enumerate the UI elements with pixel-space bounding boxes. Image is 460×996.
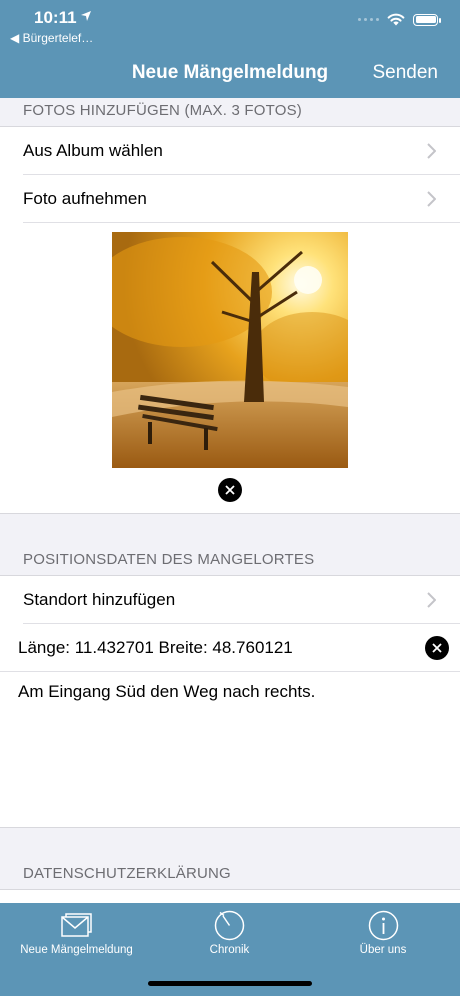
info-icon	[368, 910, 399, 941]
position-group: Standort hinzufügen Länge: 11.432701 Bre…	[0, 576, 460, 827]
divider	[0, 827, 460, 828]
chevron-right-icon	[427, 191, 436, 207]
add-location-label: Standort hinzufügen	[23, 590, 176, 609]
close-icon	[432, 643, 442, 653]
position-section-title: POSITIONSDATEN DES MANGELORTES	[23, 551, 315, 568]
navigation-header: 10:11 ◀ Bürgertelef… Neue Mängelmeldung …	[0, 0, 460, 98]
coordinates-row: Länge: 11.432701 Breite: 48.760121	[0, 624, 460, 672]
privacy-section-title: DATENSCHUTZERKLÄRUNG	[23, 865, 231, 882]
wifi-icon	[387, 13, 405, 26]
take-photo-row[interactable]: Foto aufnehmen	[0, 175, 460, 223]
add-location-row[interactable]: Standort hinzufügen	[0, 576, 460, 624]
close-icon	[225, 485, 235, 495]
choose-from-album-label: Aus Album wählen	[23, 141, 163, 160]
back-to-app-link[interactable]: ◀ Bürgertelef…	[10, 31, 93, 45]
attached-photo-thumbnail[interactable]	[112, 232, 348, 468]
description-text: Am Eingang Süd den Weg nach rechts.	[18, 682, 316, 701]
chevron-right-icon	[427, 143, 436, 159]
tab-label: Chronik	[209, 944, 250, 956]
remove-photo-button[interactable]	[218, 478, 242, 502]
coordinates-text: Länge: 11.432701 Breite: 48.760121	[18, 638, 293, 657]
home-indicator	[148, 981, 312, 986]
privacy-group	[0, 890, 460, 903]
envelope-icon	[61, 913, 92, 937]
take-photo-label: Foto aufnehmen	[23, 189, 147, 208]
status-time: 10:11	[34, 8, 77, 27]
chevron-right-icon	[427, 592, 436, 608]
send-button[interactable]: Senden	[372, 62, 438, 84]
tab-label: Über uns	[359, 944, 407, 956]
signal-icon	[358, 18, 379, 21]
battery-icon	[413, 13, 441, 26]
choose-from-album-row[interactable]: Aus Album wählen	[0, 127, 460, 175]
description-textarea[interactable]: Am Eingang Süd den Weg nach rechts.	[0, 672, 460, 827]
divider	[0, 513, 460, 514]
remove-location-button[interactable]	[425, 636, 449, 660]
photos-section-title: FOTOS HINZUFÜGEN (MAX. 3 FOTOS)	[23, 102, 302, 119]
history-icon	[214, 910, 245, 941]
status-indicators	[358, 13, 441, 26]
tab-label: Neue Mängelmeldung	[20, 944, 133, 956]
location-arrow-icon	[81, 11, 91, 21]
